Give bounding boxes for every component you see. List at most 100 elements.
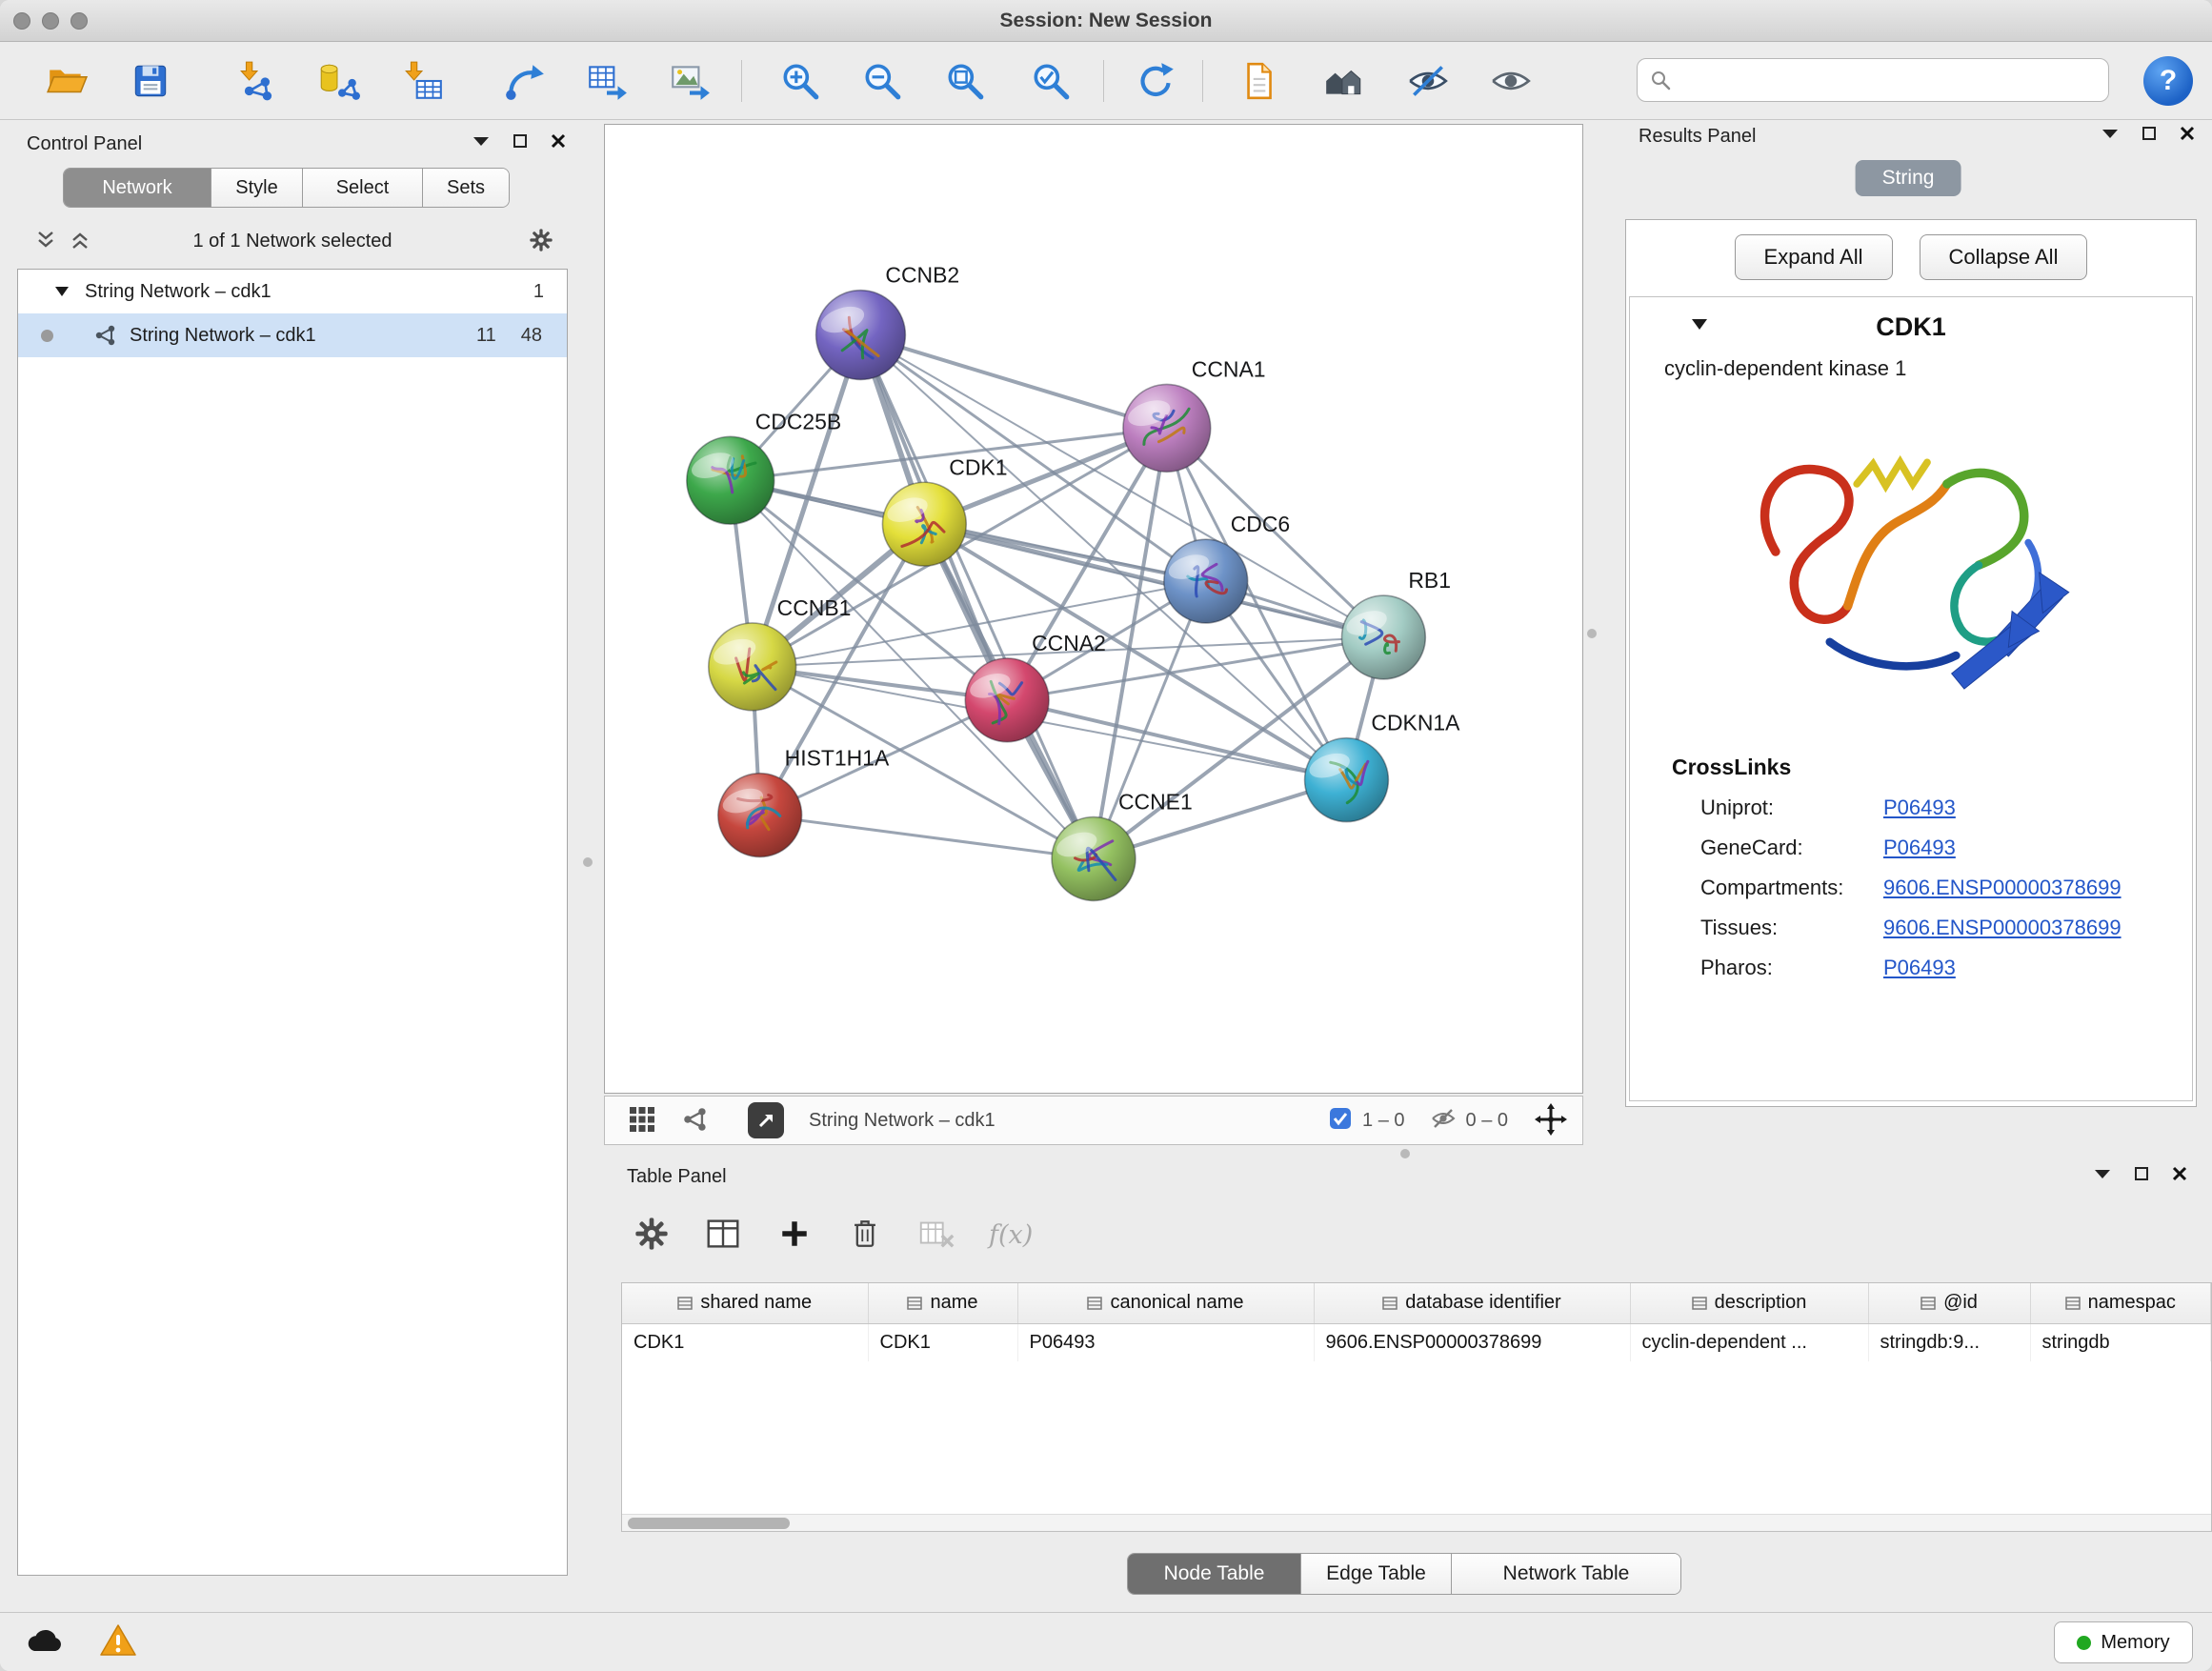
cloud-status-icon[interactable] (25, 1624, 65, 1660)
network-node[interactable] (687, 436, 774, 524)
table-cell[interactable]: stringdb (2030, 1323, 2211, 1361)
table-cell[interactable]: stringdb:9... (1868, 1323, 2030, 1361)
export-table-icon[interactable] (580, 54, 633, 108)
float-panel-icon[interactable] (473, 135, 490, 150)
zoom-out-icon[interactable] (855, 54, 909, 108)
import-network-database-icon[interactable] (312, 54, 365, 108)
tab-string[interactable]: String (1856, 160, 1961, 196)
network-edge[interactable] (860, 335, 1094, 859)
export-image-icon[interactable] (663, 54, 716, 108)
crosslink-link[interactable]: P06493 (1883, 956, 1956, 980)
splitter-handle[interactable] (1587, 629, 1597, 638)
delete-table-icon[interactable] (916, 1214, 956, 1257)
birdseye-network-icon[interactable] (681, 1105, 710, 1137)
disclosure-triangle-icon[interactable] (54, 286, 70, 297)
float-panel-icon[interactable] (2101, 128, 2119, 142)
tab-node-table[interactable]: Node Table (1128, 1554, 1301, 1594)
show-columns-icon[interactable] (703, 1214, 743, 1257)
network-row[interactable]: String Network – cdk1 11 48 (18, 313, 567, 357)
tab-style[interactable]: Style (211, 169, 303, 207)
column-header[interactable]: name (868, 1283, 1017, 1323)
copy-document-icon[interactable] (1232, 54, 1285, 108)
maximize-panel-icon[interactable] (513, 133, 528, 151)
zoom-selected-icon[interactable] (1024, 54, 1077, 108)
pan-crosshair-icon[interactable] (1535, 1103, 1567, 1138)
window-zoom-button[interactable] (70, 12, 88, 30)
window-close-button[interactable] (13, 12, 30, 30)
table-cell[interactable]: P06493 (1017, 1323, 1314, 1361)
crosslink-link[interactable]: 9606.ENSP00000378699 (1883, 916, 2122, 940)
maximize-panel-icon[interactable] (2142, 126, 2157, 144)
refresh-icon[interactable] (1129, 54, 1182, 108)
crosslink-link[interactable]: P06493 (1883, 836, 1956, 860)
grid-view-icon[interactable] (628, 1105, 656, 1137)
table-row[interactable]: CDK1 CDK1 P06493 9606.ENSP00000378699 cy… (622, 1323, 2211, 1361)
collapse-all-button[interactable]: Collapse All (1920, 234, 2088, 280)
save-session-icon[interactable] (124, 54, 177, 108)
detach-view-icon[interactable] (748, 1102, 784, 1138)
tab-select[interactable]: Select (303, 169, 423, 207)
scrollbar-thumb[interactable] (628, 1518, 790, 1529)
table-cell[interactable]: 9606.ENSP00000378699 (1314, 1323, 1630, 1361)
table-cell[interactable]: CDK1 (868, 1323, 1017, 1361)
maximize-panel-icon[interactable] (2134, 1166, 2149, 1184)
network-node[interactable] (718, 774, 802, 857)
network-node[interactable] (1164, 539, 1248, 623)
network-collection-row[interactable]: String Network – cdk1 1 (18, 270, 567, 313)
network-node[interactable] (1123, 384, 1211, 472)
import-table-file-icon[interactable] (396, 54, 450, 108)
hidden-eye-icon[interactable] (1430, 1105, 1457, 1137)
horizontal-scrollbar[interactable] (622, 1514, 2211, 1531)
show-all-home-icon[interactable] (1317, 54, 1371, 108)
window-minimize-button[interactable] (42, 12, 59, 30)
column-header[interactable]: database identifier (1314, 1283, 1630, 1323)
close-panel-icon[interactable] (551, 133, 566, 151)
function-builder-icon[interactable]: f(x) (989, 1220, 1033, 1250)
crosslink-link[interactable]: P06493 (1883, 795, 1956, 820)
hide-selected-eye-icon[interactable] (1401, 54, 1455, 108)
delete-column-icon[interactable] (846, 1215, 884, 1256)
table-cell[interactable]: cyclin-dependent ... (1630, 1323, 1868, 1361)
tab-sets[interactable]: Sets (423, 169, 509, 207)
close-panel-icon[interactable] (2180, 126, 2195, 144)
tab-edge-table[interactable]: Edge Table (1301, 1554, 1452, 1594)
network-node[interactable] (1341, 595, 1425, 679)
column-header[interactable]: shared name (622, 1283, 868, 1323)
network-edge[interactable] (1007, 700, 1346, 780)
selected-checkbox-icon[interactable] (1328, 1106, 1353, 1136)
memory-button[interactable]: Memory (2054, 1621, 2193, 1663)
expand-all-button[interactable]: Expand All (1735, 234, 1893, 280)
network-edge[interactable] (760, 815, 1094, 859)
network-edge[interactable] (860, 335, 1166, 429)
tab-network-table[interactable]: Network Table (1452, 1554, 1680, 1594)
show-selected-eye-icon[interactable] (1484, 54, 1538, 108)
network-node[interactable] (709, 623, 796, 711)
float-panel-icon[interactable] (2094, 1168, 2111, 1182)
help-icon[interactable]: ? (2143, 56, 2193, 106)
network-canvas[interactable]: CCNB2CCNA1CDC25BCDK1CDC6RB1CCNB1CCNA2CDK… (605, 125, 1582, 1093)
table-cell[interactable]: CDK1 (622, 1323, 868, 1361)
network-node[interactable] (965, 658, 1049, 742)
zoom-fit-icon[interactable] (938, 54, 992, 108)
crosslink-link[interactable]: 9606.ENSP00000378699 (1883, 876, 2122, 900)
open-session-icon[interactable] (40, 54, 93, 108)
splitter-handle[interactable] (583, 857, 593, 867)
search-input[interactable] (1679, 61, 2108, 99)
splitter-handle[interactable] (1400, 1149, 1410, 1158)
import-network-file-icon[interactable] (231, 54, 285, 108)
network-options-gear-icon[interactable] (528, 227, 554, 256)
add-column-icon[interactable] (775, 1215, 814, 1256)
column-header[interactable]: @id (1868, 1283, 2030, 1323)
table-options-gear-icon[interactable] (633, 1215, 671, 1256)
new-network-icon[interactable] (498, 54, 552, 108)
network-node[interactable] (882, 482, 966, 566)
network-edge[interactable] (924, 524, 1383, 637)
network-node[interactable] (1052, 817, 1136, 901)
column-header[interactable]: canonical name (1017, 1283, 1314, 1323)
network-node[interactable] (816, 291, 906, 380)
tab-network[interactable]: Network (64, 169, 211, 207)
warning-icon[interactable] (99, 1623, 137, 1661)
column-header[interactable]: description (1630, 1283, 1868, 1323)
column-header[interactable]: namespac (2030, 1283, 2211, 1323)
zoom-in-icon[interactable] (774, 54, 827, 108)
